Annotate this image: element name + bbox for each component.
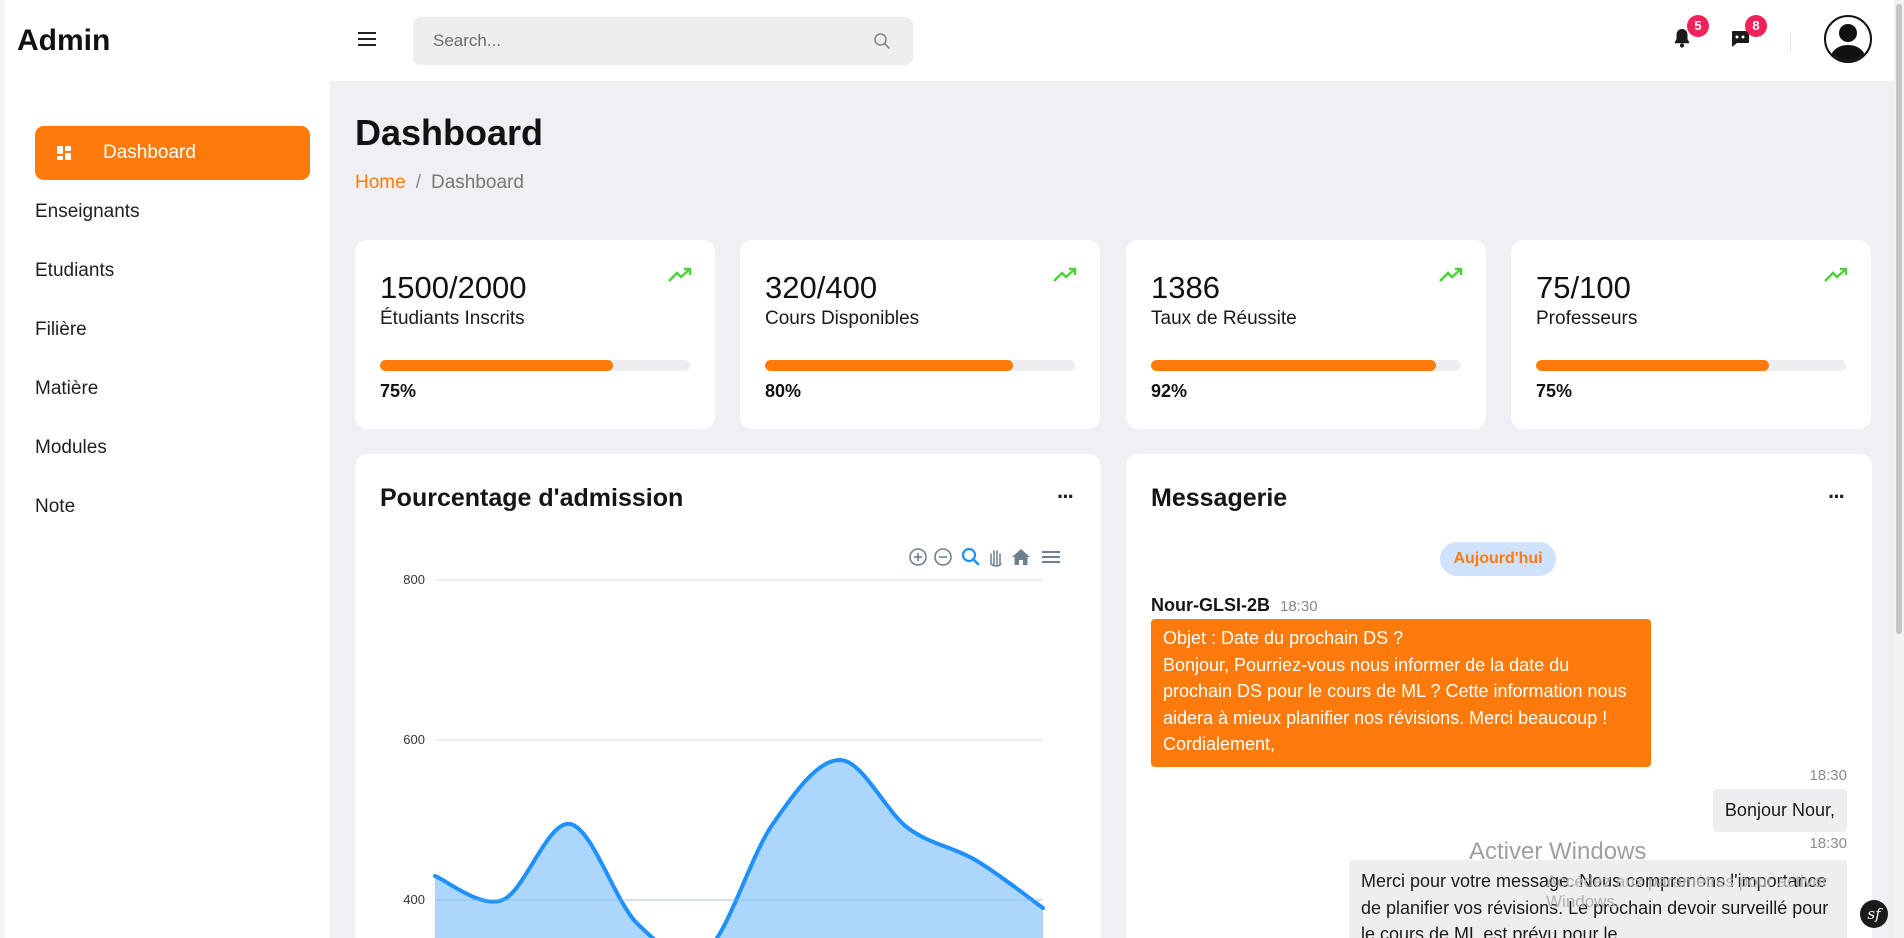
search-input[interactable] [413,17,913,65]
message-time: 18:30 [1280,598,1318,615]
stat-card-cours: 320/400 Cours Disponibles 80% [740,240,1100,429]
incoming-message-bubble[interactable]: Objet : Date du prochain DS ? Bonjour, P… [1151,619,1651,767]
messages-button[interactable]: 8 [1728,15,1767,52]
stat-label: Étudiants Inscrits [380,308,525,329]
sidebar-item-label: Matière [35,378,99,399]
stat-card-professeurs: 75/100 Professeurs 75% [1511,240,1871,429]
admission-area-chart: 800 600 400 [403,547,1060,938]
breadcrumb: Home / Dashboard [355,172,524,194]
progress-fill [380,360,613,371]
menu-icon[interactable] [1042,551,1060,563]
progress-fill [1536,360,1769,371]
hamburger-menu-icon[interactable] [358,32,376,46]
message-time: 18:30 [1809,767,1847,784]
stat-value: 320/400 [765,270,878,305]
brand-logo[interactable]: Admin [17,24,110,58]
card-menu-button[interactable]: ··· [1828,484,1846,510]
stat-percent: 75% [380,381,417,401]
y-tick-label: 800 [403,572,425,587]
dashboard-icon [57,146,71,160]
stat-percent: 75% [1536,381,1573,401]
breadcrumb-home-link[interactable]: Home [355,172,406,193]
stat-value: 1500/2000 [380,270,527,305]
sidebar: Admin Dashboard Enseignants Etudiants Fi… [0,0,330,938]
messages-card-title: Messagerie [1151,484,1288,512]
message-text: Objet : Date du prochain DS ? Bonjour, P… [1163,628,1627,754]
progress-bar [765,360,1075,371]
selection-zoom-icon[interactable] [961,547,980,566]
message-text: Bonjour Nour, [1724,800,1835,820]
sidebar-item-note[interactable]: Note [35,480,310,534]
zoom-in-icon[interactable] [909,548,927,566]
y-tick-label: 400 [403,892,425,907]
notification-count-badge: 5 [1687,15,1709,37]
breadcrumb-current: Dashboard [430,172,524,193]
progress-bar [1536,360,1846,371]
sidebar-item-enseignants[interactable]: Enseignants [35,185,310,239]
windows-activation-watermark: Activer Windows [1469,838,1647,865]
stat-card-reussite: 1386 Taux de Réussite 92% [1126,240,1486,429]
sender-name: Nour-GLSI-2B [1151,595,1270,615]
user-silhouette-icon [1830,24,1866,61]
top-header: 5 8 [330,0,1904,81]
sidebar-nav: Dashboard Enseignants Etudiants Filière … [35,126,310,539]
sidebar-item-matiere[interactable]: Matière [35,362,310,416]
trending-up-icon [1053,267,1077,282]
notifications-button[interactable]: 5 [1670,15,1709,52]
y-tick-label: 600 [403,732,425,747]
chart-toolbar [909,547,1060,567]
trending-up-icon [1439,267,1463,282]
sidebar-item-label: Enseignants [35,201,140,222]
home-icon[interactable] [1012,549,1030,565]
page-scrollbar[interactable] [1894,0,1904,938]
sidebar-item-label: Dashboard [103,142,196,163]
message-count-badge: 8 [1745,15,1767,37]
stat-percent: 80% [765,381,802,401]
progress-bar [1151,360,1461,371]
progress-bar [380,360,690,371]
outgoing-message-bubble[interactable]: Bonjour Nour, [1712,789,1847,832]
sidebar-item-filiere[interactable]: Filière [35,303,310,357]
progress-fill [1151,360,1437,371]
stat-label: Professeurs [1536,308,1638,329]
sidebar-item-label: Modules [35,437,107,458]
zoom-out-icon[interactable] [934,548,952,566]
sidebar-item-label: Etudiants [35,260,115,281]
admission-chart-card: Pourcentage d'admission ··· 800 600 400 [355,454,1101,938]
user-avatar[interactable] [1824,15,1872,63]
day-separator-pill: Aujourd'hui [1440,542,1556,576]
trending-up-icon [1824,267,1848,282]
stat-card-etudiants: 1500/2000 Étudiants Inscrits 75% [355,240,715,429]
sidebar-item-label: Filière [35,319,87,340]
stat-percent: 92% [1151,381,1188,401]
stat-value: 75/100 [1536,270,1631,305]
page-title: Dashboard [355,112,544,153]
stat-label: Cours Disponibles [765,308,920,329]
scrollbar-thumb[interactable] [1896,4,1902,634]
message-sender: Nour-GLSI-2B 18:30 [1151,595,1318,616]
pan-hand-icon[interactable] [990,550,1002,567]
trending-up-icon [668,267,692,282]
breadcrumb-separator: / [415,172,421,193]
progress-fill [765,360,1013,371]
header-divider [1790,32,1791,52]
sidebar-item-etudiants[interactable]: Etudiants [35,244,310,298]
stat-value: 1386 [1151,270,1220,305]
windows-activation-subtext: Accédez aux paramètres pour activer Wind… [1546,872,1828,911]
message-time: 18:30 [1809,835,1847,852]
sidebar-item-dashboard[interactable]: Dashboard [35,126,310,180]
sidebar-item-modules[interactable]: Modules [35,421,310,475]
stat-label: Taux de Réussite [1151,308,1297,329]
symfony-toolbar-icon[interactable]: sf [1860,900,1888,928]
sidebar-item-label: Note [35,496,76,517]
search-icon[interactable] [873,32,891,50]
